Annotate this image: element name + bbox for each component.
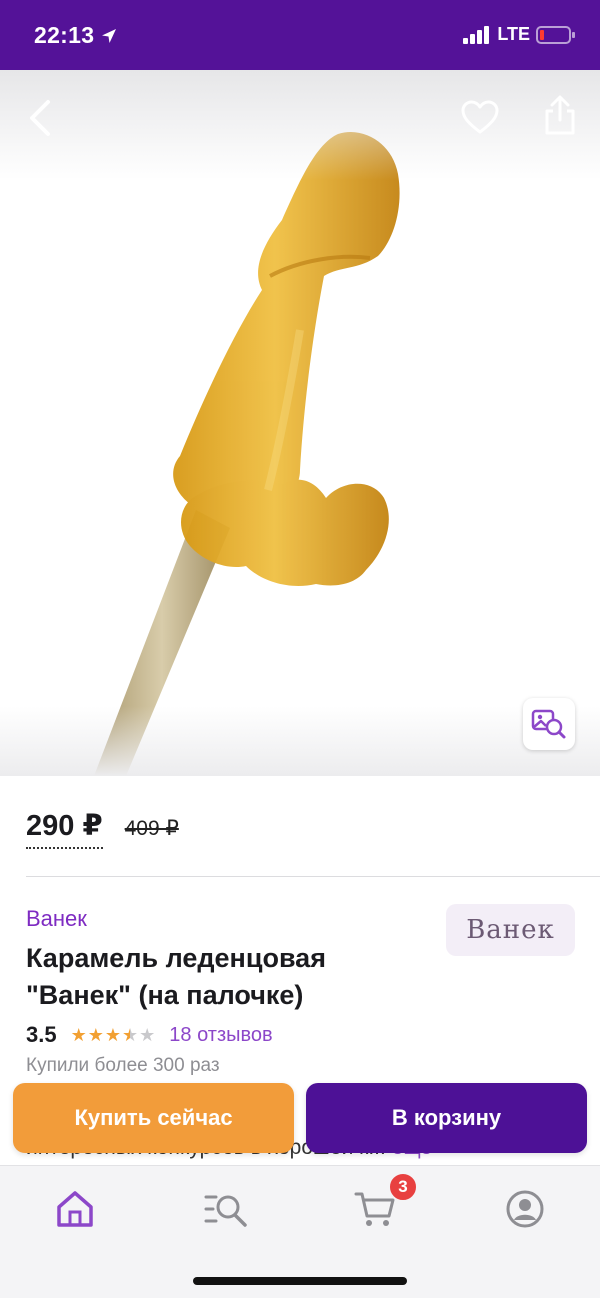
location-arrow-icon [102,28,117,43]
star-icon: ★ [87,1024,104,1045]
battery-icon [536,25,575,44]
product-title: Карамель леденцовая "Ванек" (на палочке) [26,943,326,1010]
purchase-count: Купили более 300 раз [26,1055,220,1076]
divider [26,876,600,877]
product-image-area[interactable] [0,70,600,776]
buy-now-button[interactable]: Купить сейчас [13,1083,294,1153]
home-icon [57,1191,93,1227]
status-time-text: 22:13 [34,22,95,48]
rating-stars: ★ ★ ★ ★ ★ [71,1025,156,1046]
star-icon: ★ [70,1024,87,1045]
signal-icon [463,25,490,44]
back-button[interactable] [22,96,62,140]
brand-link[interactable]: Ванек [26,906,87,932]
price-row: 290 ₽ 409 ₽ [26,808,179,849]
old-price: 409 ₽ [124,817,179,840]
favorite-button[interactable] [460,98,500,138]
home-indicator [193,1277,407,1285]
add-to-cart-label: В корзину [391,1105,502,1130]
brand-logo-text: Ванек [466,915,555,945]
reviews-link[interactable]: 18 отзывов [169,1024,272,1047]
status-time: 22:13 [34,22,118,49]
buy-now-label: Купить сейчас [74,1105,233,1130]
visual-search-button[interactable] [523,698,575,750]
rating-row[interactable]: 3.5 ★ ★ ★ ★ ★ 18 отзывов [26,1022,273,1048]
tab-profile[interactable] [495,1184,555,1234]
network-type: LTE [497,24,530,44]
current-price[interactable]: 290 ₽ [26,808,103,849]
status-bar: 22:13 LTE [0,0,600,70]
image-search-icon [531,709,566,739]
half-star-icon: ★ [122,1024,139,1045]
cart-count-badge: 3 [388,1172,418,1202]
tab-catalog[interactable] [196,1184,256,1234]
rating-value: 3.5 [26,1022,57,1047]
share-icon [545,95,575,135]
status-indicators: LTE [463,24,576,45]
hero-top-gradient [0,70,600,180]
brand-logo[interactable]: Ванек [446,904,575,956]
star-icon: ★ [104,1024,122,1045]
share-button[interactable] [540,94,580,138]
profile-icon [506,1190,544,1228]
heart-icon [461,100,499,134]
hero-bottom-gradient [0,706,600,776]
empty-star-icon: ★ [139,1024,156,1045]
tab-home[interactable] [45,1184,105,1234]
add-to-cart-button[interactable]: В корзину [306,1083,587,1153]
catalog-search-icon [204,1195,247,1227]
chevron-left-icon [30,100,50,136]
